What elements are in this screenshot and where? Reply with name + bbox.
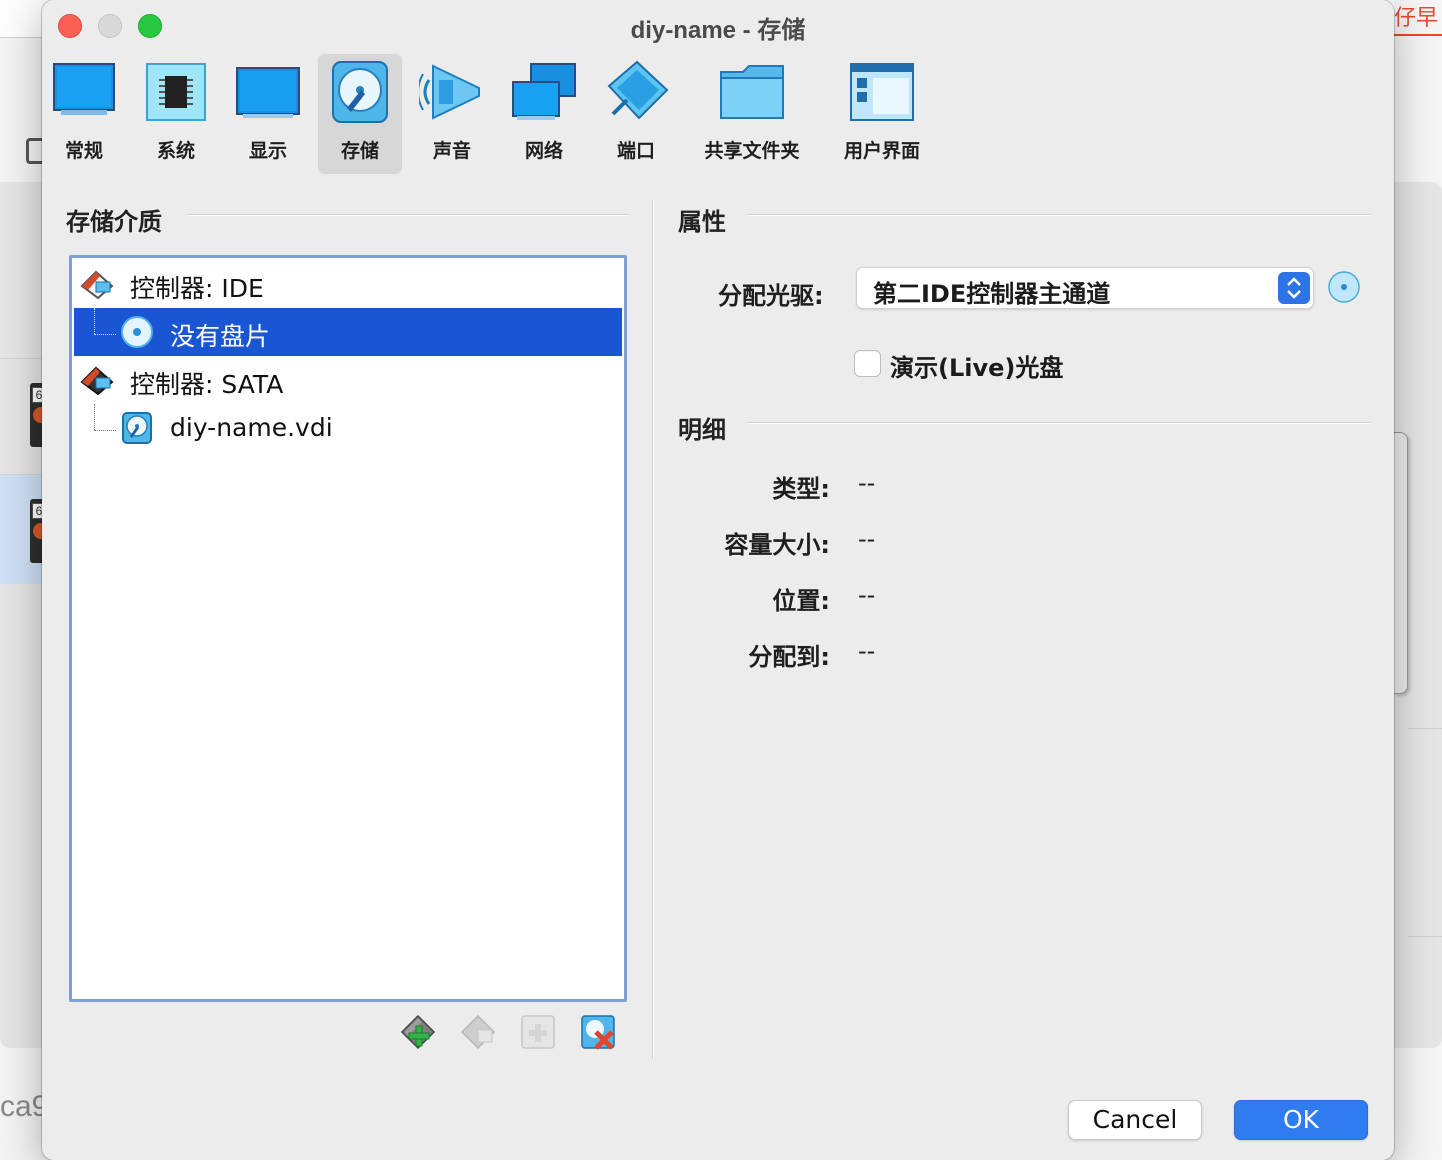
panel-divider: [652, 200, 654, 1058]
tree-item-ide-controller[interactable]: 控制器: IDE: [74, 260, 622, 308]
tab-general-label: 常规: [64, 140, 103, 162]
tab-storage[interactable]: 存储: [318, 54, 402, 174]
detail-attached-to-value: --: [858, 637, 876, 665]
window-ui-icon: [850, 63, 914, 121]
tab-general[interactable]: 常规: [48, 54, 120, 174]
tree-connector: [94, 334, 116, 335]
details-section-title: 明细: [678, 416, 726, 444]
storage-disk-icon: [332, 61, 388, 123]
tree-connector: [94, 308, 95, 334]
optical-drive-select[interactable]: 第二IDE控制器主通道: [856, 267, 1314, 309]
storage-tree[interactable]: 控制器: IDE 没有盘片 控制器: SATA diy-name.vdi: [69, 255, 627, 1002]
tab-shared-folders-label: 共享文件夹: [704, 140, 800, 162]
detail-type-value: --: [858, 469, 876, 497]
speaker-icon: [419, 64, 480, 120]
tree-item-label: 控制器: IDE: [130, 274, 264, 303]
tab-audio-label: 声音: [432, 140, 471, 162]
port-icon: [607, 60, 669, 120]
cancel-button[interactable]: Cancel: [1068, 1100, 1202, 1140]
storage-settings-dialog: diy-name - 存储 常规 系统 显示 存储 声音 网络 端口 共享文件夹…: [42, 0, 1394, 1160]
window-title: diy-name - 存储: [630, 17, 806, 44]
chip-icon: [146, 63, 206, 121]
tab-ports-label: 端口: [616, 140, 655, 162]
tab-user-interface-label: 用户界面: [843, 140, 920, 162]
detail-location-value: --: [858, 581, 876, 609]
ide-controller-icon: [80, 270, 114, 300]
tab-user-interface[interactable]: 用户界面: [832, 54, 932, 174]
network-icon: [512, 63, 576, 120]
choose-disk-button[interactable]: [1328, 271, 1360, 303]
background-right-card: [1394, 432, 1408, 694]
display-icon: [236, 67, 300, 118]
optical-drive-select-value: 第二IDE控制器主通道: [873, 280, 1111, 308]
background-divider: [1408, 728, 1442, 729]
detail-size-value: --: [858, 525, 876, 553]
detail-type-label: 类型:: [772, 475, 830, 503]
optical-disc-icon: [121, 316, 153, 348]
tab-network-label: 网络: [524, 140, 563, 162]
tree-item-label: diy-name.vdi: [170, 413, 333, 442]
storage-section-divider: [186, 214, 630, 216]
tree-item-label: 没有盘片: [170, 322, 271, 351]
tree-item-hard-disk[interactable]: diy-name.vdi: [74, 404, 622, 452]
background-right-tab: 仔早: [1394, 0, 1442, 36]
tree-item-empty-drive[interactable]: 没有盘片: [74, 308, 622, 356]
tab-system[interactable]: 系统: [140, 54, 212, 174]
attributes-section-title: 属性: [678, 208, 726, 236]
optical-drive-label: 分配光驱:: [718, 282, 824, 310]
tab-storage-label: 存储: [340, 140, 379, 162]
chevron-updown-icon: [1278, 272, 1310, 304]
detail-attached-to-label: 分配到:: [748, 643, 830, 671]
hard-disk-icon: [122, 412, 152, 444]
remove-attachment-button[interactable]: [580, 1014, 616, 1050]
live-cd-checkbox[interactable]: [854, 350, 881, 377]
tree-item-sata-controller[interactable]: 控制器: SATA: [74, 356, 622, 404]
title-bar: diy-name - 存储: [42, 0, 1394, 52]
details-section-divider: [746, 422, 1370, 424]
attributes-section-divider: [746, 214, 1370, 216]
detail-size-label: 容量大小:: [724, 531, 830, 559]
add-controller-button[interactable]: [400, 1014, 436, 1050]
settings-toolbar: 常规 系统 显示 存储 声音 网络 端口 共享文件夹 用户界面: [42, 52, 1394, 176]
detail-location-label: 位置:: [772, 587, 830, 615]
remove-controller-button[interactable]: [460, 1014, 496, 1050]
storage-section-title: 存储介质: [66, 208, 162, 236]
tab-audio[interactable]: 声音: [416, 54, 488, 174]
tree-connector: [94, 430, 116, 431]
ok-button[interactable]: OK: [1234, 1100, 1368, 1140]
tab-ports[interactable]: 端口: [600, 54, 672, 174]
tab-system-label: 系统: [156, 140, 195, 162]
add-attachment-button[interactable]: [520, 1014, 556, 1050]
monitor-icon: [53, 63, 115, 115]
live-cd-label[interactable]: 演示(Live)光盘: [890, 348, 1063, 383]
tab-display-label: 显示: [248, 140, 287, 162]
tab-network[interactable]: 网络: [508, 54, 580, 174]
background-divider: [1408, 936, 1442, 937]
folder-icon: [720, 65, 784, 119]
tab-shared-folders[interactable]: 共享文件夹: [692, 54, 812, 174]
tab-display[interactable]: 显示: [232, 54, 304, 174]
tree-connector: [94, 404, 95, 430]
sata-controller-icon: [80, 366, 114, 396]
tree-item-label: 控制器: SATA: [130, 370, 284, 399]
